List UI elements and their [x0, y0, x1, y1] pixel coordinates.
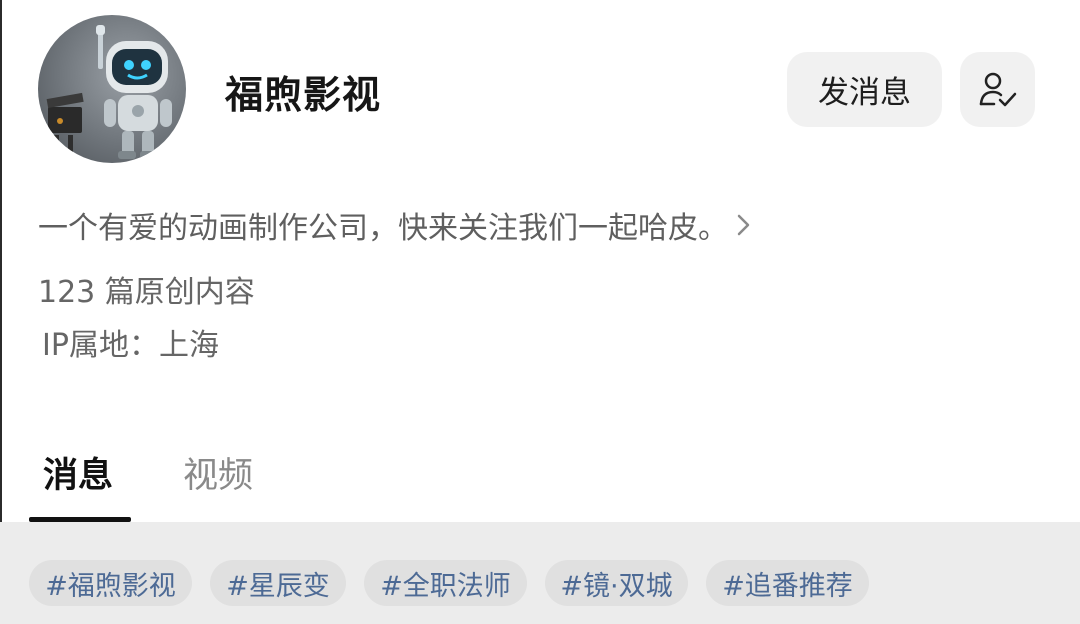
tag-chip[interactable]: #福煦影视 — [29, 560, 192, 606]
bio-link[interactable]: 一个有爱的动画制作公司，快来关注我们一起哈皮。 — [38, 203, 752, 247]
chevron-right-icon — [736, 212, 752, 238]
bio-text: 一个有爱的动画制作公司，快来关注我们一起哈皮。 — [38, 211, 728, 246]
user-check-icon — [979, 72, 1016, 106]
send-message-button[interactable]: 发消息 — [787, 52, 942, 127]
tag-chip[interactable]: #镜·双城 — [545, 560, 688, 606]
robot-avatar-icon — [46, 25, 172, 159]
ip-location: IP属地：上海 — [42, 328, 219, 363]
tag-chip[interactable]: #追番推荐 — [706, 560, 869, 606]
account-name: 福煦影视 — [225, 73, 382, 117]
tag-chip[interactable]: #星辰变 — [210, 560, 346, 606]
tab-videos[interactable]: 视频 — [183, 447, 253, 498]
tag-bar: #福煦影视 #星辰变 #全职法师 #镜·双城 #追番推荐 — [0, 522, 1080, 624]
tag-chip[interactable]: #全职法师 — [364, 560, 527, 606]
profile-page: 福煦影视 发消息 一个有爱的动画制作公司，快来关注我们一起哈皮。 123 篇原创… — [0, 0, 1080, 624]
avatar[interactable] — [38, 15, 186, 163]
follow-button[interactable] — [960, 52, 1035, 127]
tab-messages[interactable]: 消息 — [43, 447, 113, 498]
original-count: 123 篇原创内容 — [38, 275, 255, 310]
